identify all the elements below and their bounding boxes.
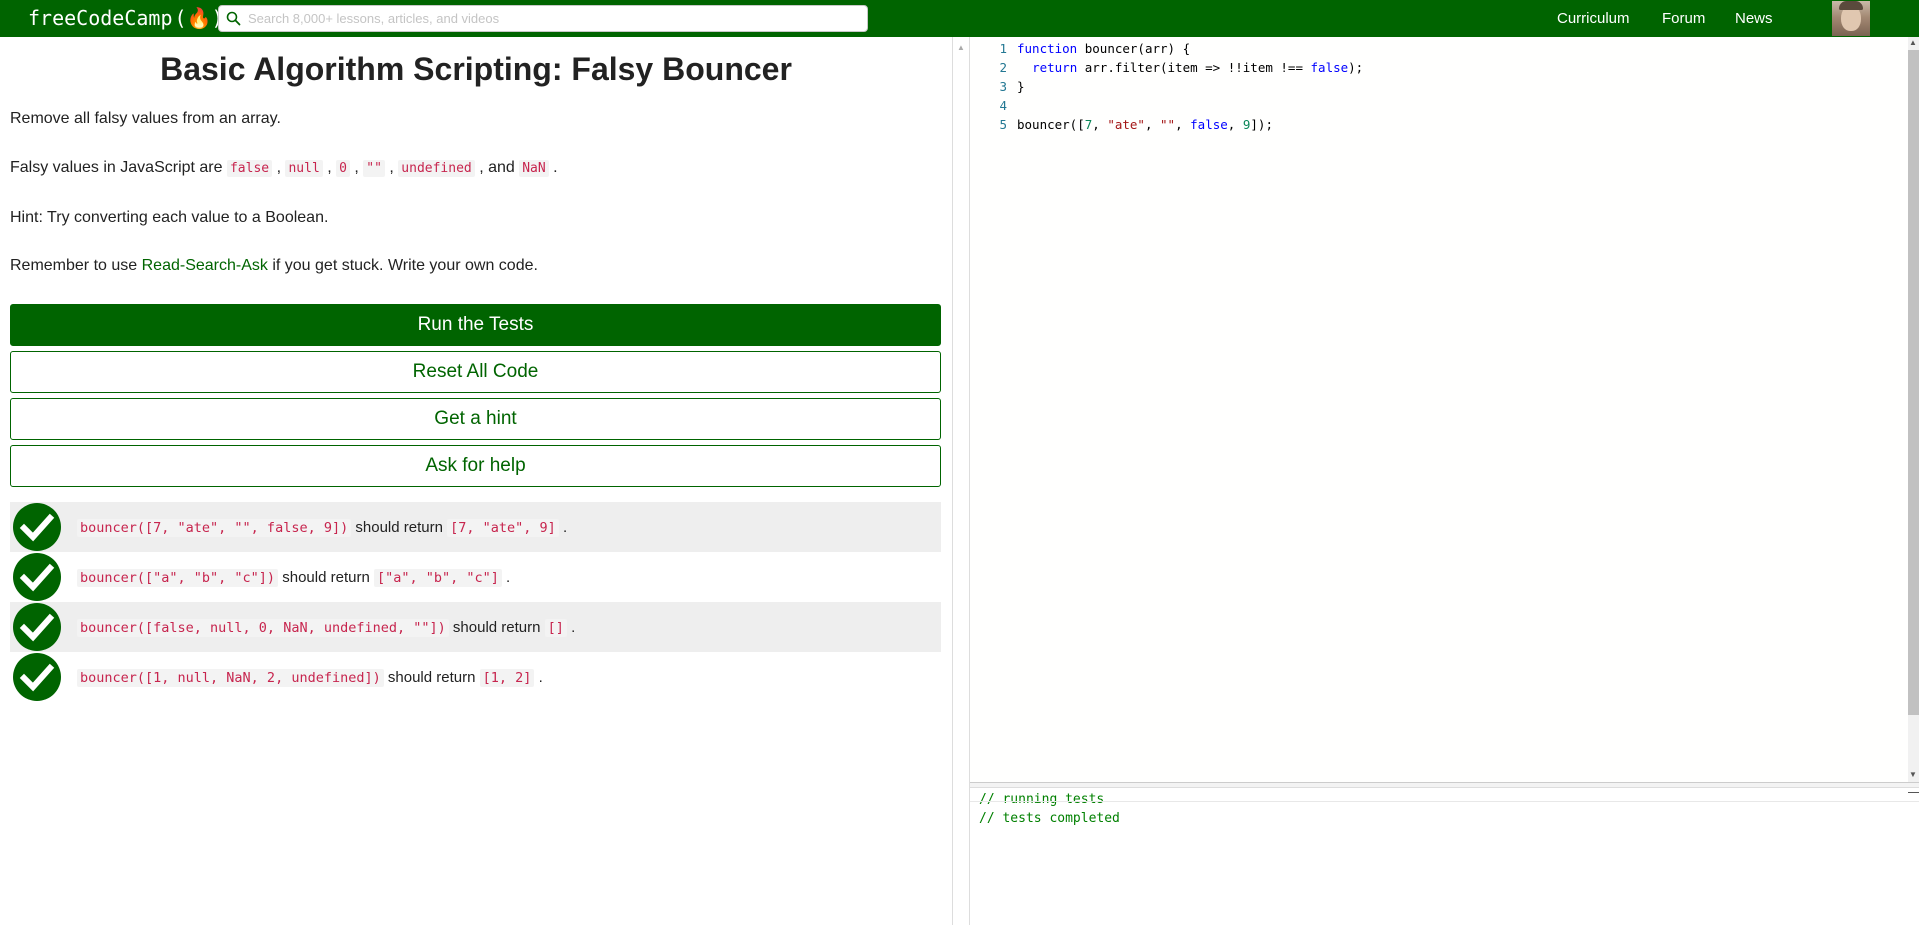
editor-line: 3 } — [970, 77, 1024, 96]
code-zero: 0 — [336, 160, 350, 177]
editor-line: 4 — [970, 96, 1017, 115]
panel-splitter[interactable]: ▲ — [952, 37, 970, 925]
check-circle-icon — [13, 553, 61, 601]
test-result-row: bouncer([false, null, 0, NaN, undefined,… — [10, 602, 941, 652]
nav-link-forum[interactable]: Forum — [1662, 9, 1705, 29]
check-circle-icon — [13, 603, 61, 651]
editor-line: 1 function bouncer(arr) { — [970, 39, 1190, 58]
challenge-description-panel: Basic Algorithm Scripting: Falsy Bouncer… — [0, 37, 952, 925]
navbar: freeCodeCamp (🔥) Curriculum Forum News — [0, 0, 1919, 37]
search-input[interactable] — [246, 10, 867, 27]
nav-link-curriculum[interactable]: Curriculum — [1557, 9, 1630, 29]
console-line: // running tests — [979, 792, 1105, 807]
test-description: bouncer([1, null, NaN, 2, undefined]) sh… — [77, 668, 543, 687]
run-tests-button[interactable]: Run the Tests — [10, 304, 941, 346]
remember-text: Remember to use Read-Search-Ask if you g… — [10, 257, 538, 274]
falsy-values-text: Falsy values in JavaScript are false , n… — [10, 159, 558, 177]
line-number: 5 — [999, 117, 1007, 132]
editor-scrollbar[interactable]: ▲ ▼ — [1908, 37, 1919, 782]
code-nan: NaN — [519, 160, 549, 177]
read-search-ask-link[interactable]: Read-Search-Ask — [142, 257, 268, 274]
challenge-intro: Remove all falsy values from an array. — [10, 110, 281, 127]
test-result-row: bouncer(["a", "b", "c"]) should return [… — [10, 552, 941, 602]
line-number: 2 — [999, 60, 1007, 75]
search-icon — [226, 11, 241, 26]
brand-text: freeCodeCamp — [28, 6, 173, 30]
console-scroll-handle[interactable] — [1908, 792, 1919, 796]
line-number: 4 — [999, 98, 1007, 113]
console-divider — [970, 801, 1919, 802]
code-false: false — [226, 160, 273, 177]
editor-line: 5 bouncer([7, "ate", "", false, 9]); — [970, 115, 1273, 134]
editor-line: 2 return arr.filter(item => !!item !== f… — [970, 58, 1363, 77]
code-undefined: undefined — [398, 160, 475, 177]
hint-text: Hint: Try converting each value to a Boo… — [10, 209, 329, 226]
collapse-arrow-icon[interactable]: ▲ — [957, 43, 965, 52]
test-description: bouncer(["a", "b", "c"]) should return [… — [77, 568, 510, 587]
test-result-row: bouncer([7, "ate", "", false, 9]) should… — [10, 502, 941, 552]
code-empty-string: "" — [363, 160, 385, 177]
freecodecamp-logo[interactable]: freeCodeCamp (🔥) — [28, 4, 223, 32]
test-result-row: bouncer([1, null, NaN, 2, undefined]) sh… — [10, 652, 941, 702]
check-circle-icon — [13, 653, 61, 701]
avatar[interactable] — [1832, 1, 1870, 36]
reset-code-button[interactable]: Reset All Code — [10, 351, 941, 393]
nav-link-news[interactable]: News — [1735, 9, 1773, 29]
scroll-down-icon[interactable]: ▼ — [1909, 770, 1917, 779]
scroll-up-icon[interactable]: ▲ — [1909, 38, 1917, 47]
challenge-title: Basic Algorithm Scripting: Falsy Bouncer — [160, 51, 792, 87]
line-number: 3 — [999, 79, 1007, 94]
output-console: // running tests // tests completed — [970, 788, 1919, 925]
check-circle-icon — [13, 503, 61, 551]
code-editor[interactable]: 1 function bouncer(arr) { 2 return arr.f… — [970, 37, 1908, 782]
search-bar[interactable] — [218, 5, 868, 32]
scrollbar-thumb[interactable] — [1908, 50, 1919, 715]
get-hint-button[interactable]: Get a hint — [10, 398, 941, 440]
test-description: bouncer([7, "ate", "", false, 9]) should… — [77, 518, 567, 537]
test-description: bouncer([false, null, 0, NaN, undefined,… — [77, 618, 575, 637]
ask-help-button[interactable]: Ask for help — [10, 445, 941, 487]
line-number: 1 — [999, 41, 1007, 56]
console-line: // tests completed — [979, 811, 1120, 826]
code-null: null — [285, 160, 323, 177]
flame-icon: (🔥) — [174, 6, 224, 30]
